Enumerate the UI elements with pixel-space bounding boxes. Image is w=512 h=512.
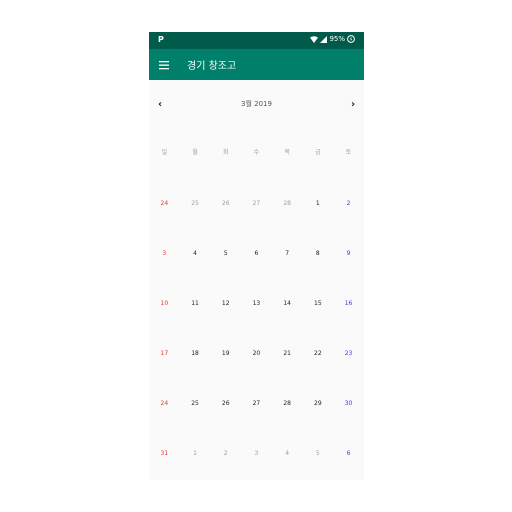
battery-percent: 95% [329, 35, 345, 43]
calendar-day-cell[interactable]: 6 [241, 248, 272, 260]
calendar-week-row: 17 18 19 20 21 22 23 [149, 348, 364, 360]
next-month-button[interactable]: › [346, 97, 360, 111]
calendar-day-cell[interactable]: 10 [149, 298, 180, 310]
calendar-day-cell[interactable]: 24 [149, 198, 180, 210]
calendar-day-cell[interactable]: 5 [210, 248, 241, 260]
calendar-day-cell[interactable]: 6 [333, 448, 364, 460]
calendar-day-cell[interactable]: 1 [303, 198, 334, 210]
calendar-day-cell[interactable]: 12 [210, 298, 241, 310]
calendar-day-cell[interactable]: 9 [333, 248, 364, 260]
signal-icon [320, 35, 328, 43]
calendar-day-cell[interactable]: 24 [149, 398, 180, 410]
calendar-day-cell[interactable]: 3 [241, 448, 272, 460]
calendar-day-cell[interactable]: 11 [180, 298, 211, 310]
calendar-week-row: 24 25 26 27 28 29 30 [149, 398, 364, 410]
hamburger-menu-icon [159, 61, 169, 70]
weekday-label: 화 [222, 149, 229, 156]
calendar-day-cell[interactable]: 4 [180, 248, 211, 260]
app-notification-icon: P [158, 35, 164, 44]
calendar-day-cell[interactable]: 18 [180, 348, 211, 360]
calendar-day-cell[interactable]: 28 [272, 398, 303, 410]
calendar-day-cell[interactable]: 31 [149, 448, 180, 460]
weekday-label: 일 [161, 149, 168, 156]
weekday-label: 목 [284, 149, 290, 156]
calendar-day-cell[interactable]: 20 [241, 348, 272, 360]
calendar-week-row: 10 11 12 13 14 15 16 [149, 298, 364, 310]
weekday-label: 수 [253, 149, 260, 156]
calendar-day-cell[interactable]: 2 [210, 448, 241, 460]
calendar-day-cell[interactable]: 30 [333, 398, 364, 410]
calendar-day-cell[interactable]: 5 [303, 448, 334, 460]
calendar-day-cell[interactable]: 27 [241, 198, 272, 210]
calendar-week-row: 24 25 26 27 28 1 2 [149, 198, 364, 210]
calendar-day-cell[interactable]: 27 [241, 398, 272, 410]
calendar-day-cell[interactable]: 22 [303, 348, 334, 360]
calendar-day-cell[interactable]: 8 [303, 248, 334, 260]
battery-icon [347, 35, 355, 43]
calendar-day-cell[interactable]: 2 [333, 198, 364, 210]
calendar-day-cell[interactable]: 25 [180, 198, 211, 210]
calendar-day-cell[interactable]: 26 [210, 398, 241, 410]
menu-button[interactable] [156, 57, 172, 73]
weekday-header-row: 일월화수목금토 [149, 147, 364, 159]
calendar-day-cell[interactable]: 14 [272, 298, 303, 310]
weekday-label: 토 [345, 149, 352, 156]
calendar-week-row: 31 1 2 3 4 5 6 [149, 448, 364, 460]
calendar-day-cell[interactable]: 16 [333, 298, 364, 310]
app-title: 경기 창조고 [187, 61, 237, 72]
calendar-day-cell[interactable]: 19 [210, 348, 241, 360]
weekday-label: 월 [192, 149, 198, 156]
month-title: 3월 2019 [241, 100, 272, 108]
wifi-icon [310, 35, 319, 43]
calendar-day-cell[interactable]: 7 [272, 248, 303, 260]
calendar-day-cell[interactable]: 26 [210, 198, 241, 210]
chevron-right-icon: › [350, 98, 356, 110]
calendar-day-cell[interactable]: 29 [303, 398, 334, 410]
phone-screen: P 95% 경기 창조고 ‹ 3월 2019 › 일 월 화 수 목 금 토 24 25 26 27… [149, 32, 364, 480]
weekday-label: 금 [315, 149, 321, 156]
calendar-day-cell[interactable]: 3 [149, 248, 180, 260]
app-bar: 경기 창조고 [149, 49, 364, 80]
calendar-day-cell[interactable]: 23 [333, 348, 364, 360]
calendar-day-cell[interactable]: 1 [180, 448, 211, 460]
calendar-day-cell[interactable]: 21 [272, 348, 303, 360]
calendar-day-cell[interactable]: 17 [149, 348, 180, 360]
calendar-week-row: 3456789 [149, 248, 364, 260]
status-bar: P 95% [149, 32, 364, 49]
calendar-day-cell[interactable]: 4 [272, 448, 303, 460]
status-icons: 95% [310, 35, 355, 43]
calendar-day-cell[interactable]: 15 [303, 298, 334, 310]
calendar-day-cell[interactable]: 25 [180, 398, 211, 410]
calendar-day-cell[interactable]: 28 [272, 198, 303, 210]
calendar-day-cell[interactable]: 13 [241, 298, 272, 310]
